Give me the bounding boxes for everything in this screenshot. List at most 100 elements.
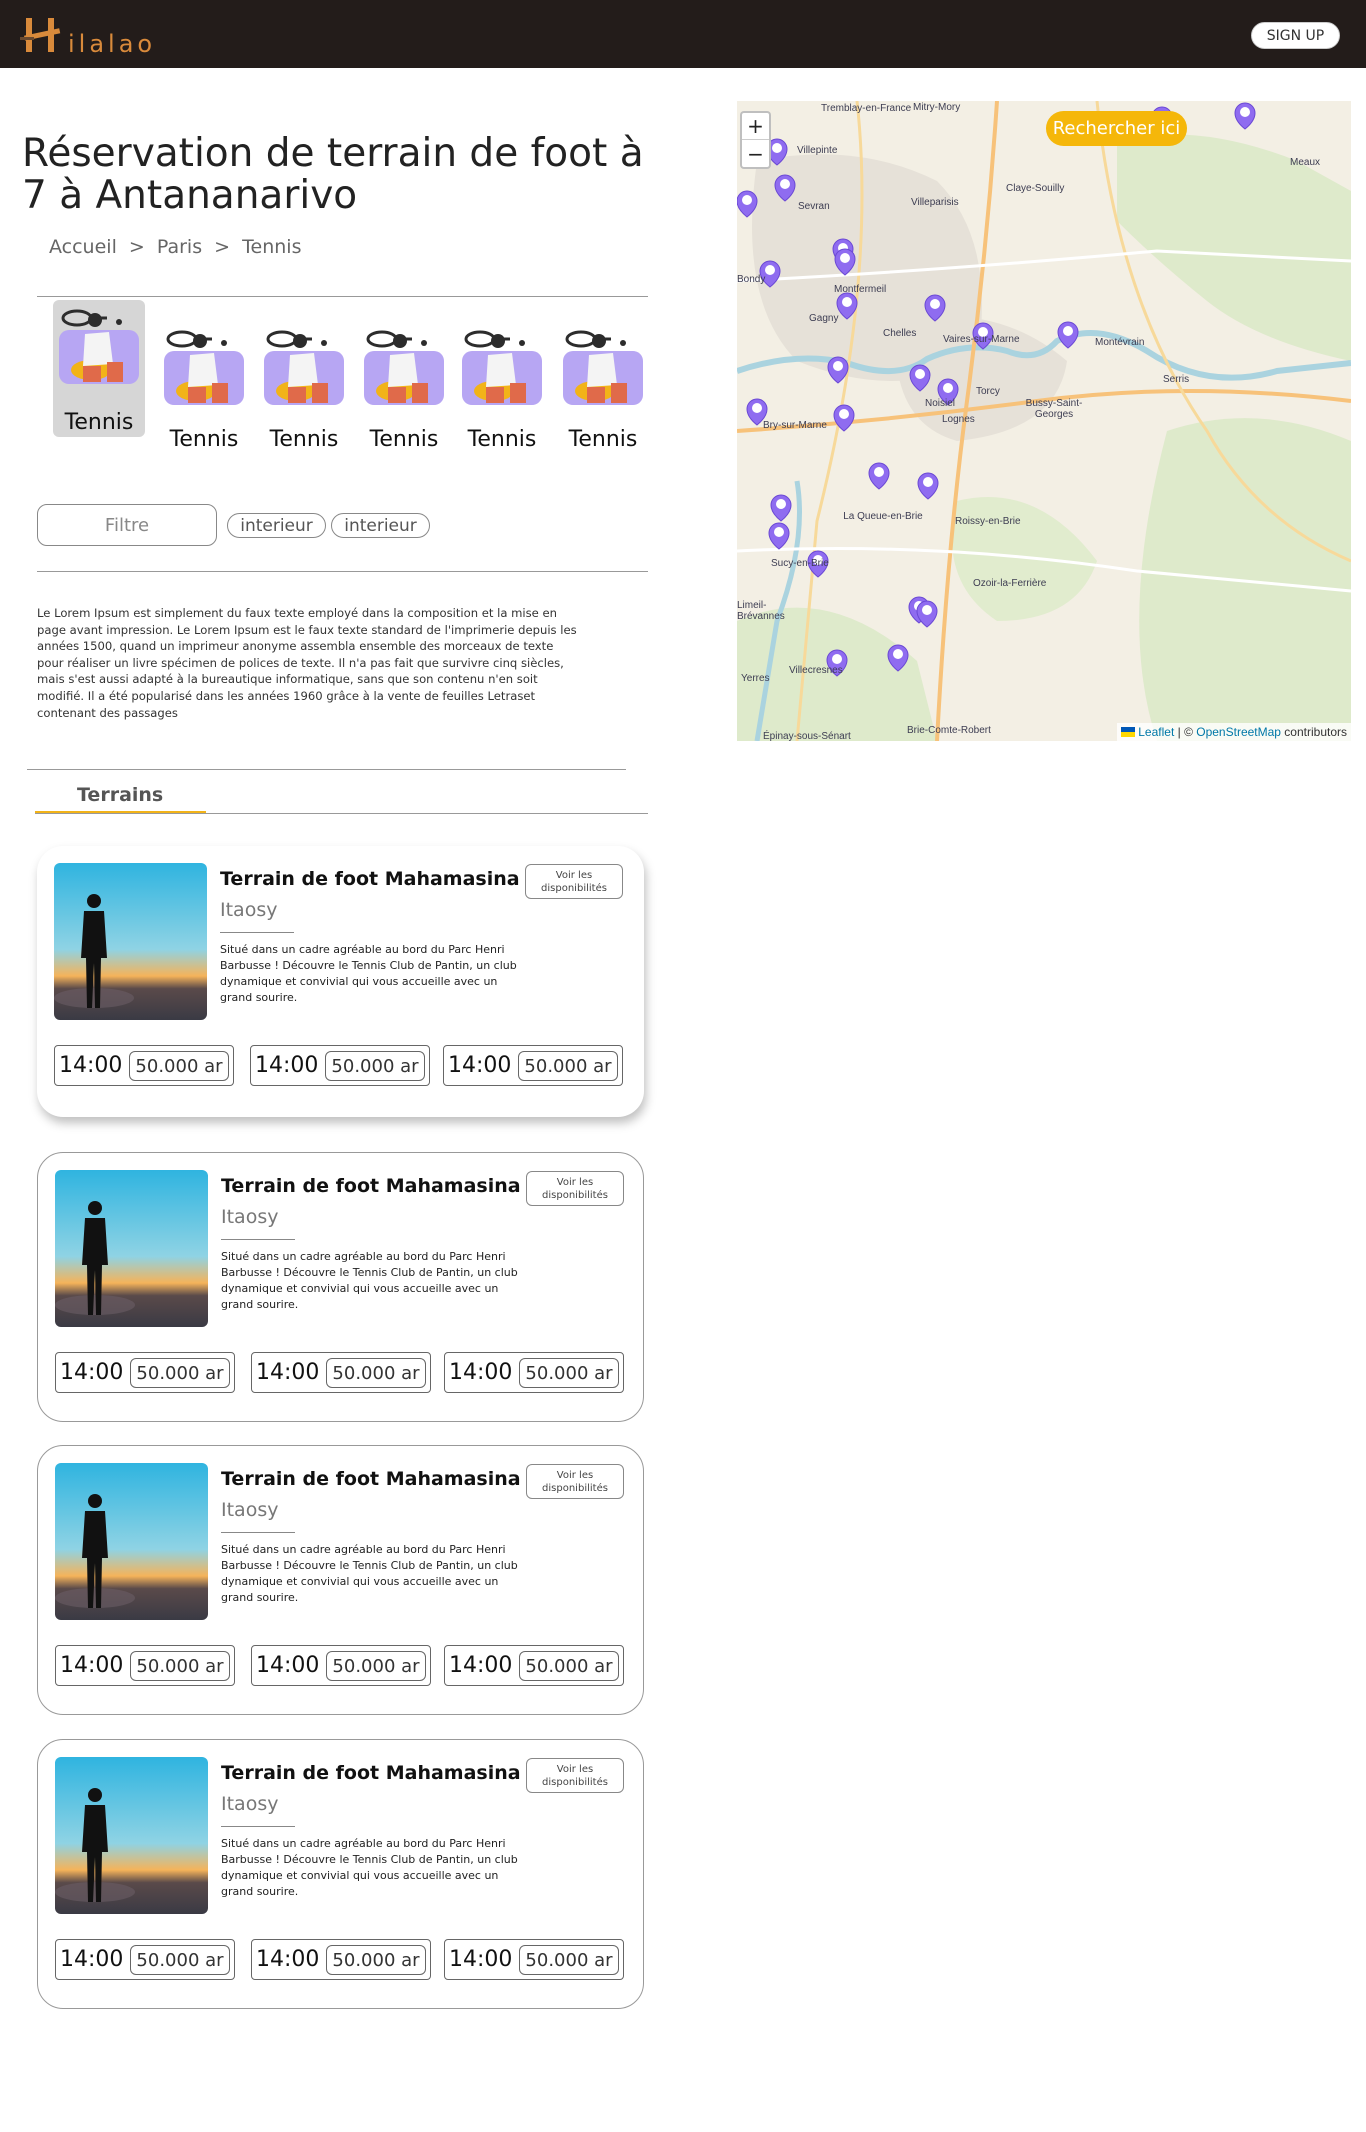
slot-price: 50.000 ar: [130, 1651, 230, 1681]
slot-price: 50.000 ar: [518, 1051, 618, 1081]
sport-label: Tennis: [467, 427, 537, 452]
map-place-label: Sevran: [798, 201, 830, 212]
map-place-label: Montévrain: [1095, 337, 1145, 348]
time-slot[interactable]: 14:00 50.000 ar: [444, 1645, 624, 1686]
terrain-photo: [55, 1757, 208, 1914]
terrain-name: Terrain de foot Mahamasina: [221, 1175, 521, 1197]
time-slot[interactable]: 14:00 50.000 ar: [443, 1045, 623, 1086]
sport-label: Tennis: [269, 427, 339, 452]
silhouette-sunset-image: [54, 863, 207, 1020]
time-slot[interactable]: 14:00 50.000 ar: [250, 1045, 430, 1086]
filter-chip-interieur[interactable]: interieur: [227, 513, 326, 538]
sport-filter-tennis[interactable]: Tennis: [557, 325, 649, 457]
divider: [35, 813, 648, 814]
terrain-card[interactable]: Terrain de foot Mahamasina Itaosy Situé …: [37, 1445, 644, 1715]
terrains-tab-underline: [35, 811, 206, 813]
leaflet-link[interactable]: Leaflet: [1138, 725, 1174, 739]
map-place-label: Torcy: [976, 386, 1000, 397]
openstreetmap-link[interactable]: OpenStreetMap: [1196, 725, 1281, 739]
search-here-button[interactable]: Rechercher ici: [1046, 111, 1187, 146]
sport-filter-tennis[interactable]: Tennis: [53, 300, 145, 437]
map-place-label: Montfermeil: [834, 284, 887, 295]
map-place-label: Villepinte: [797, 145, 838, 156]
zoom-in-button[interactable]: +: [742, 113, 769, 140]
availability-button[interactable]: Voir les disponibilités: [526, 1758, 624, 1793]
map-place-label: Claye-Souilly: [1006, 183, 1065, 194]
slot-time: 14:00: [256, 1653, 320, 1678]
tennis-player-icon: [164, 330, 244, 405]
terrain-location: Itaosy: [221, 1793, 279, 1815]
terrains-heading: Terrains: [77, 784, 164, 806]
signup-button[interactable]: SIGN UP: [1251, 22, 1340, 49]
page-title: Réservation de terrain de foot à 7 à Ant…: [22, 131, 644, 218]
filter-button[interactable]: Filtre: [37, 504, 217, 546]
breadcrumb-home-link[interactable]: Accueil: [49, 236, 117, 258]
map-place-label: Épinay-sous-Sénart: [763, 731, 851, 741]
map-place-label: Bry-sur-Marne: [763, 420, 827, 431]
time-slot[interactable]: 14:00 50.000 ar: [54, 1045, 234, 1086]
map-view[interactable]: Tremblay-en-France Mitry-Mory Villepinte…: [737, 101, 1351, 741]
terrain-card[interactable]: Terrain de foot Mahamasina Itaosy Situé …: [37, 1739, 644, 2009]
map-place-label: Brie-Comte-Robert: [907, 725, 991, 736]
terrain-card[interactable]: Terrain de foot Mahamasina Itaosy Situé …: [37, 846, 644, 1117]
divider: [37, 571, 648, 572]
slot-price: 50.000 ar: [326, 1945, 426, 1975]
time-slot[interactable]: 14:00 50.000 ar: [251, 1939, 431, 1980]
ukraine-flag-icon: [1120, 727, 1135, 737]
map-place-label: Serris: [1163, 374, 1190, 385]
hilalao-logo[interactable]: ilalao: [18, 10, 178, 60]
filter-chip-interieur[interactable]: interieur: [331, 513, 430, 538]
map-attribution: Leaflet | © OpenStreetMap contributors: [1116, 723, 1351, 741]
time-slot[interactable]: 14:00 50.000 ar: [251, 1645, 431, 1686]
divider: [221, 1826, 295, 1827]
sport-filter-tennis[interactable]: Tennis: [456, 325, 548, 457]
sport-filter-tennis[interactable]: Tennis: [258, 325, 350, 457]
map-place-label: Villecresnes: [789, 665, 843, 676]
terrain-description: Situé dans un cadre agréable au bord du …: [221, 1543, 518, 1604]
map-place-label: Noisiel: [925, 398, 956, 409]
time-slot[interactable]: 14:00 50.000 ar: [55, 1352, 235, 1393]
map-place-label: Bussy-Saint-Georges: [1025, 398, 1083, 420]
availability-button[interactable]: Voir les disponibilités: [526, 1464, 624, 1499]
description-text: Le Lorem Ipsum est simplement du faux te…: [37, 606, 577, 720]
breadcrumb-paris-link[interactable]: Paris: [157, 236, 202, 258]
tennis-player-icon: [462, 330, 542, 405]
terrain-description: Situé dans un cadre agréable au bord du …: [221, 1837, 518, 1898]
slot-time: 14:00: [256, 1947, 320, 1972]
silhouette-sunset-image: [55, 1757, 208, 1914]
sport-label: Tennis: [169, 427, 239, 452]
sport-label: Tennis: [64, 410, 134, 435]
silhouette-sunset-image: [55, 1463, 208, 1620]
attribution-separator: | ©: [1174, 725, 1197, 739]
slot-price: 50.000 ar: [129, 1051, 229, 1081]
time-slot[interactable]: 14:00 50.000 ar: [444, 1352, 624, 1393]
slot-time: 14:00: [59, 1053, 123, 1078]
sport-filter-tennis[interactable]: Tennis: [158, 325, 250, 457]
slot-time: 14:00: [449, 1653, 513, 1678]
map-place-label: Chelles: [883, 328, 917, 339]
availability-button[interactable]: Voir les disponibilités: [526, 1171, 624, 1206]
slot-price: 50.000 ar: [326, 1651, 426, 1681]
tennis-player-icon: [364, 330, 444, 405]
tennis-player-icon: [563, 330, 643, 405]
top-navbar: ilalao SIGN UP: [0, 0, 1366, 68]
breadcrumb-current: Tennis: [242, 236, 302, 258]
terrain-card[interactable]: Terrain de foot Mahamasina Itaosy Situé …: [37, 1152, 644, 1422]
map-place-label: Villeparisis: [911, 197, 959, 208]
divider: [220, 932, 294, 933]
map-place-label: Limeil-Brévannes: [737, 600, 785, 622]
divider: [37, 296, 648, 297]
time-slot[interactable]: 14:00 50.000 ar: [55, 1645, 235, 1686]
time-slot[interactable]: 14:00 50.000 ar: [251, 1352, 431, 1393]
terrain-photo: [55, 1170, 208, 1327]
terrain-photo: [54, 863, 207, 1020]
slot-time: 14:00: [256, 1360, 320, 1385]
slot-time: 14:00: [60, 1947, 124, 1972]
time-slot[interactable]: 14:00 50.000 ar: [55, 1939, 235, 1980]
sport-filter-tennis[interactable]: Tennis: [358, 325, 450, 457]
time-slot[interactable]: 14:00 50.000 ar: [444, 1939, 624, 1980]
availability-button[interactable]: Voir les disponibilités: [525, 864, 623, 899]
zoom-out-button[interactable]: −: [742, 140, 769, 167]
slot-price: 50.000 ar: [519, 1358, 619, 1388]
slot-time: 14:00: [60, 1360, 124, 1385]
